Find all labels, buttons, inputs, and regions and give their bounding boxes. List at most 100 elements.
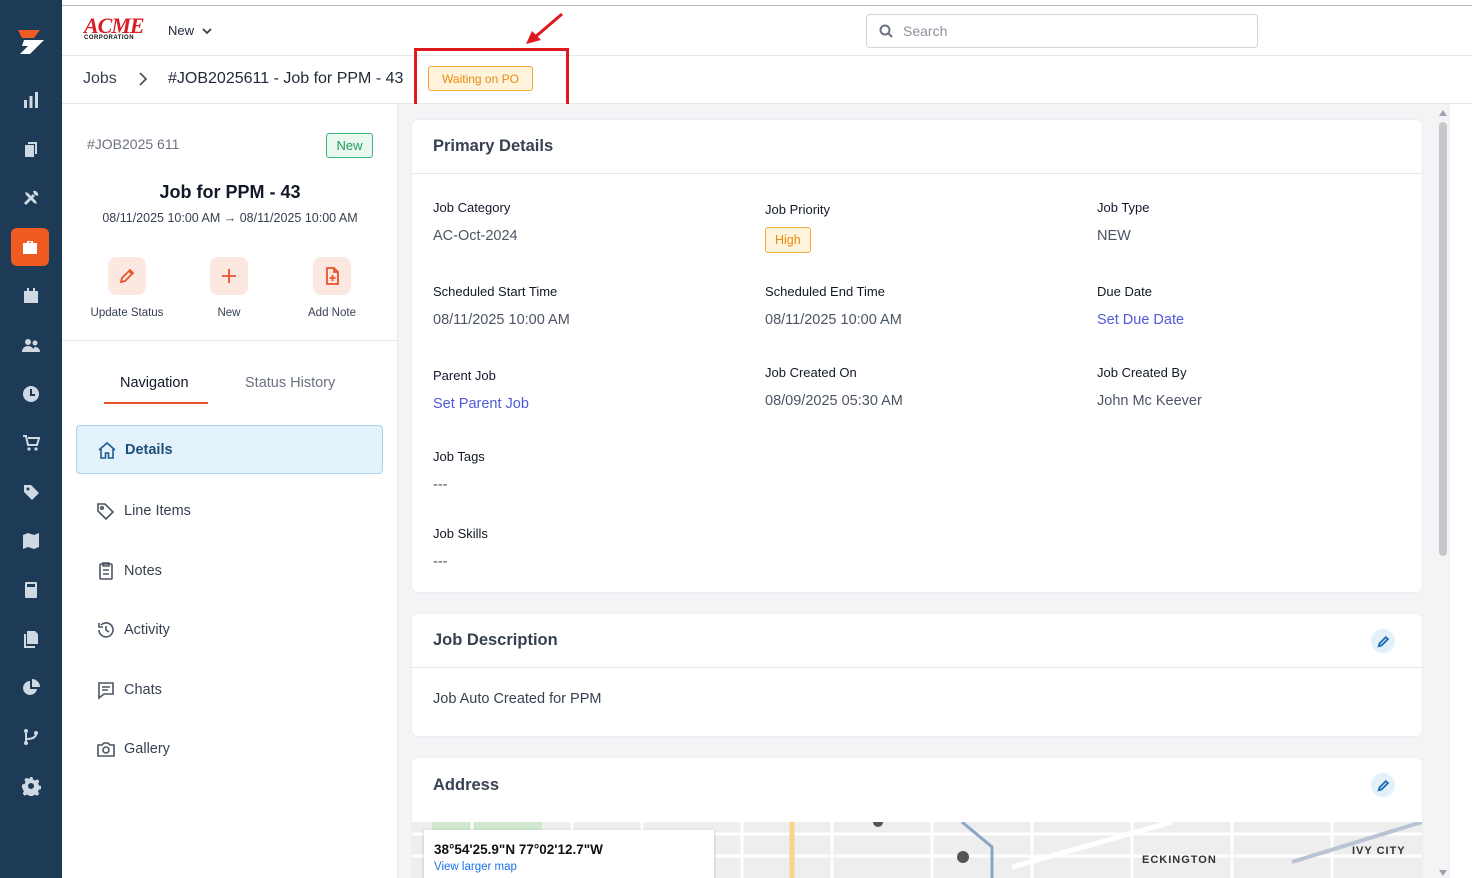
priority-badge: High [765, 227, 811, 253]
field-value: 08/11/2025 10:00 AM [765, 312, 902, 328]
set-parent-job-link[interactable]: Set Parent Job [433, 396, 529, 412]
address-header: Address [412, 758, 1422, 812]
tab-navigation[interactable]: Navigation [120, 375, 189, 391]
details-content[interactable]: Primary Details Job Category AC-Oct-2024… [398, 104, 1436, 878]
scrollbar-thumb[interactable] [1439, 122, 1447, 556]
documents-icon[interactable] [19, 627, 43, 651]
job-tags-field: Job Tags --- [433, 449, 485, 493]
users-icon[interactable] [19, 333, 43, 357]
top-bar: ACME CORPORATION New [62, 6, 1472, 56]
address-card: Address 38°54'25.9"N 77°02'12.7"W View l… [412, 758, 1422, 878]
field-value: John Mc Keever [1097, 393, 1202, 409]
reports-icon[interactable] [19, 88, 43, 112]
nav-item-line-items[interactable]: Line Items [76, 486, 383, 535]
search-input[interactable] [903, 23, 1223, 39]
field-value: AC-Oct-2024 [433, 228, 518, 244]
field-label: Scheduled Start Time [433, 284, 558, 299]
field-value: 08/11/2025 10:00 AM [433, 312, 570, 328]
page-title: #JOB2025611 - Job for PPM - 43 [168, 70, 404, 87]
nav-item-details[interactable]: Details [76, 425, 383, 474]
new-dropdown[interactable]: New [168, 23, 212, 38]
job-created-on-field: Job Created On 08/09/2025 05:30 AM [765, 365, 903, 409]
plus-icon[interactable] [210, 257, 248, 295]
nav-item-label: Line Items [124, 502, 191, 519]
nav-item-gallery[interactable]: Gallery [76, 724, 383, 773]
add-note-icon[interactable] [313, 257, 351, 295]
nav-item-label: Gallery [124, 740, 170, 757]
job-description-header: Job Description [412, 614, 1422, 668]
assets-icon[interactable] [19, 137, 43, 161]
pencil-icon[interactable] [108, 257, 146, 295]
job-type-field: Job Type NEW [1097, 200, 1150, 244]
home-icon [98, 441, 116, 459]
field-label: Job Type [1097, 200, 1150, 215]
brand-name: ACME [84, 13, 145, 38]
address-map[interactable]: 38°54'25.9"N 77°02'12.7"W View larger ma… [412, 822, 1422, 878]
app-logo-icon[interactable] [10, 22, 50, 62]
card-title: Address [433, 775, 500, 794]
breadcrumb-jobs-link[interactable]: Jobs [83, 70, 117, 88]
view-larger-map-link[interactable]: View larger map [434, 861, 704, 873]
nav-item-activity[interactable]: Activity [76, 605, 383, 654]
right-edge-panel [1450, 104, 1472, 878]
map-icon[interactable] [19, 529, 43, 553]
update-status-button[interactable]: Update Status [82, 257, 172, 319]
jobs-icon[interactable] [11, 228, 49, 266]
chevron-right-icon [138, 72, 150, 86]
primary-details-title: Primary Details [412, 120, 1422, 174]
pencil-icon [1377, 779, 1389, 791]
tab-status-history[interactable]: Status History [245, 375, 335, 391]
nav-item-chats[interactable]: Chats [76, 665, 383, 714]
nav-item-label: Chats [124, 681, 162, 698]
field-label: Job Skills [433, 526, 488, 541]
card-title: Primary Details [433, 137, 554, 155]
clock-icon[interactable] [19, 382, 43, 406]
job-created-by-field: Job Created By John Mc Keever [1097, 365, 1202, 409]
job-id: #JOB2025 611 [87, 136, 180, 152]
cart-icon[interactable] [19, 431, 43, 455]
nav-item-notes[interactable]: Notes [76, 546, 383, 595]
add-note-button[interactable]: Add Note [287, 257, 377, 319]
update-status-label: Update Status [90, 307, 164, 319]
edit-address-button[interactable] [1371, 773, 1395, 797]
scroll-down-arrow-icon[interactable] [1439, 870, 1447, 876]
settings-icon[interactable] [19, 774, 43, 798]
field-value: NEW [1097, 228, 1131, 244]
map-label-ivy-city: IVY CITY [1352, 845, 1406, 857]
field-label: Parent Job [433, 368, 496, 383]
map-coordinates: 38°54'25.9"N 77°02'12.7"W [434, 842, 603, 857]
field-label: Job Category [433, 200, 511, 215]
edit-description-button[interactable] [1371, 629, 1395, 653]
job-summary-panel: #JOB2025 611 New Job for PPM - 43 08/11/… [62, 104, 398, 878]
calculator-icon[interactable] [19, 578, 43, 602]
job-description-text: Job Auto Created for PPM [433, 691, 602, 707]
camera-icon [97, 741, 115, 757]
set-due-date-link[interactable]: Set Due Date [1097, 312, 1184, 328]
scroll-up-arrow-icon[interactable] [1439, 110, 1447, 116]
card-title: Job Description [433, 631, 558, 649]
due-date-field: Due Date Set Due Date [1097, 284, 1184, 328]
field-value: 08/09/2025 05:30 AM [765, 393, 903, 409]
calendar-icon[interactable] [19, 284, 43, 308]
annotation-highlight-box [414, 48, 569, 111]
nav-item-label: Details [125, 441, 173, 458]
job-dates: 08/11/2025 10:00 AM → 08/11/2025 10:00 A… [102, 211, 358, 225]
pie-chart-icon[interactable] [19, 676, 43, 700]
scheduled-start-field: Scheduled Start Time 08/11/2025 10:00 AM [433, 284, 570, 328]
job-category-field: Job Category AC-Oct-2024 [433, 200, 518, 244]
job-skills-field: Job Skills --- [433, 526, 488, 570]
primary-details-card: Primary Details Job Category AC-Oct-2024… [412, 120, 1422, 592]
field-value: --- [433, 477, 448, 493]
acme-logo[interactable]: ACME CORPORATION [84, 13, 146, 42]
scheduled-end-field: Scheduled End Time 08/11/2025 10:00 AM [765, 284, 902, 328]
workflow-icon[interactable] [19, 725, 43, 749]
pencil-icon [1377, 635, 1389, 647]
tag-icon[interactable] [19, 480, 43, 504]
job-status-badge: New [326, 133, 373, 158]
search-icon [879, 24, 893, 38]
chat-icon [98, 681, 114, 700]
search-box[interactable] [866, 14, 1258, 48]
tools-icon[interactable] [19, 186, 43, 210]
new-action-button[interactable]: New [184, 257, 274, 319]
field-value: --- [433, 554, 448, 570]
